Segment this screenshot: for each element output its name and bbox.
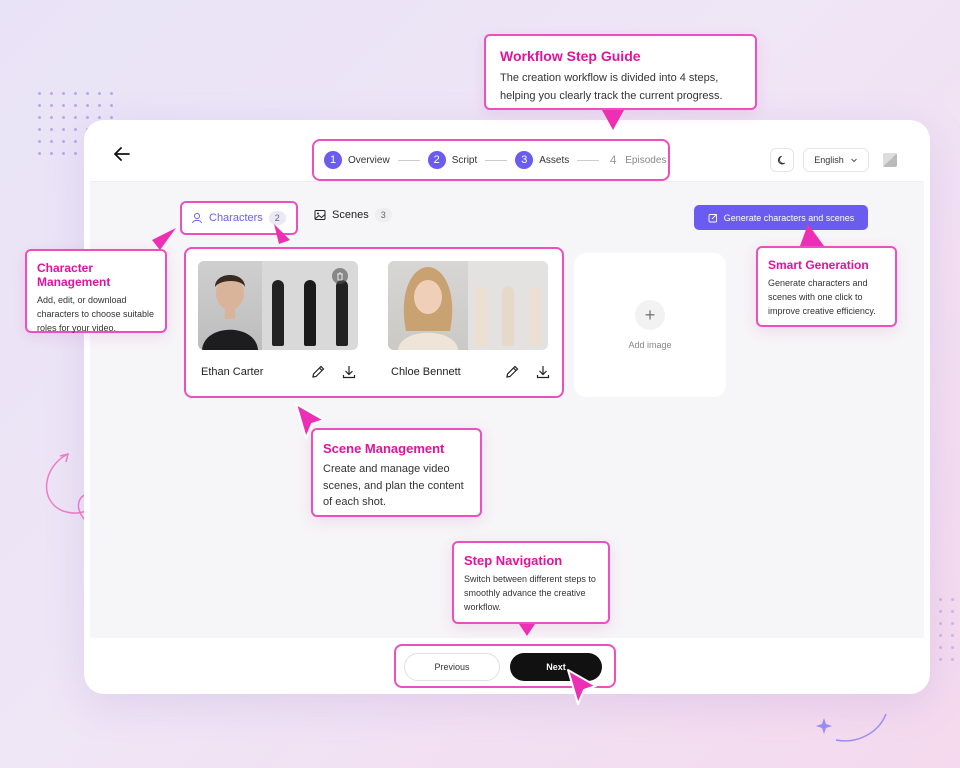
callout-title: Workflow Step Guide — [500, 48, 641, 64]
top-bar: 1 Overview 2 Script 3 Assets 4 Episodes — [90, 126, 924, 182]
callout-title: Smart Generation — [768, 258, 869, 272]
tab-scenes[interactable]: Scenes 3 — [314, 208, 392, 222]
avatar[interactable] — [883, 153, 897, 167]
pencil-icon[interactable] — [310, 364, 326, 380]
pointer-arrow-icon — [800, 224, 824, 246]
step-number: 4 — [609, 153, 617, 167]
generate-button-label: Generate characters and scenes — [723, 212, 855, 223]
cursor-icon — [567, 669, 597, 705]
step-connector — [577, 159, 600, 161]
download-icon[interactable] — [341, 364, 357, 380]
step-number: 3 — [515, 151, 534, 169]
chevron-down-icon — [850, 158, 857, 163]
step-label: Script — [451, 154, 478, 166]
step-script[interactable]: 2 Script — [427, 151, 478, 169]
download-icon[interactable] — [535, 364, 551, 380]
callout-smart-generation: Smart Generation Generate characters and… — [756, 246, 897, 327]
count-badge: 3 — [374, 208, 392, 222]
character-cards-group: Ethan Carter Chloe Bennett — [184, 247, 564, 398]
character-card[interactable]: Ethan Carter — [192, 255, 370, 392]
step-overview[interactable]: 1 Overview — [324, 151, 390, 169]
step-assets[interactable]: 3 Assets — [515, 151, 569, 169]
add-image-label: Add image — [628, 340, 672, 350]
callout-text: Generate characters and scenes with one … — [768, 278, 876, 316]
portrait-illustration — [398, 267, 458, 350]
callout-text: Create and manage video scenes, and plan… — [323, 463, 464, 508]
bottom-bar: Previous Next — [90, 638, 924, 688]
turnaround-illustration — [468, 261, 548, 350]
cursor-icon — [295, 403, 325, 439]
previous-button[interactable]: Previous — [404, 653, 500, 681]
tab-label: Characters — [209, 212, 263, 224]
callout-character: Character Management Add, edit, or downl… — [25, 249, 167, 333]
back-arrow-icon[interactable] — [112, 144, 132, 164]
callout-title: Step Navigation — [464, 553, 563, 568]
step-number: 1 — [324, 151, 342, 169]
callout-text: Add, edit, or download characters to cho… — [37, 295, 155, 333]
moon-icon — [777, 155, 785, 164]
pointer-arrow-icon — [602, 110, 624, 130]
step-connector — [397, 159, 420, 161]
image-icon — [314, 210, 326, 220]
callout-text: Switch between different steps to smooth… — [464, 574, 596, 612]
language-select[interactable]: English — [803, 148, 869, 172]
pointer-arrow-icon — [519, 624, 535, 636]
callout-step-navigation: Step Navigation Switch between different… — [452, 541, 610, 624]
pencil-icon[interactable] — [504, 364, 520, 380]
character-image — [388, 261, 548, 350]
theme-toggle-button[interactable] — [770, 148, 794, 172]
step-number: 2 — [427, 151, 446, 169]
callout-title: Scene Management — [323, 441, 445, 456]
generate-characters-button[interactable]: Generate characters and scenes — [694, 205, 868, 230]
character-card[interactable]: Chloe Bennett — [382, 255, 560, 392]
plus-icon: + — [635, 300, 665, 330]
workflow-stepper: 1 Overview 2 Script 3 Assets 4 Episodes — [312, 139, 670, 181]
language-value: English — [814, 155, 844, 165]
user-icon — [192, 213, 202, 224]
step-label: Episodes — [625, 154, 667, 166]
step-label: Overview — [348, 154, 390, 166]
callout-title: Character Management — [37, 261, 111, 289]
add-image-card[interactable]: + Add image — [574, 253, 726, 397]
character-name: Ethan Carter — [201, 366, 264, 378]
step-connector — [485, 159, 508, 161]
callout-text: The creation workflow is divided into 4 … — [500, 72, 723, 102]
pointer-arrow-icon — [152, 228, 176, 250]
callout-workflow: Workflow Step Guide The creation workflo… — [484, 34, 757, 110]
delete-icon[interactable] — [332, 268, 348, 284]
portrait-illustration — [202, 275, 258, 350]
tab-label: Scenes — [332, 209, 369, 221]
edit-square-icon — [708, 213, 717, 222]
step-episodes[interactable]: 4 Episodes — [607, 151, 666, 169]
step-label: Assets — [539, 154, 570, 166]
character-name: Chloe Bennett — [391, 366, 461, 378]
decorative-sparkle — [816, 713, 887, 742]
callout-scene: Scene Management Create and manage video… — [311, 428, 482, 517]
pointer-arrow-icon — [274, 224, 290, 244]
